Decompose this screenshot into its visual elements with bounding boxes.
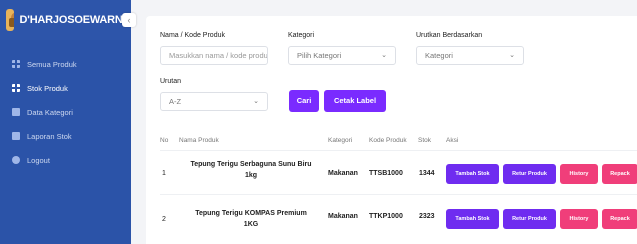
kategori-select-value: Pilih Kategori [297, 51, 342, 60]
retur-produk-button[interactable]: Retur Produk [503, 164, 556, 184]
cell-kode-produk: TTSB1000 [369, 170, 403, 177]
header-kategori: Kategori [328, 137, 353, 144]
header-stok: Stok [418, 137, 432, 144]
header-kode-produk: Kode Produk [369, 137, 407, 144]
tambah-stok-button[interactable]: Tambah Stok [446, 164, 499, 184]
urutan-select[interactable]: A-Z ⌄ [160, 92, 268, 111]
repack-button[interactable]: Repack [602, 209, 637, 229]
chart-icon [12, 132, 20, 140]
header-nama-produk: Nama Produk [179, 137, 219, 144]
cari-button[interactable]: Cari [289, 90, 319, 112]
produk-search-input[interactable] [169, 51, 267, 60]
urutan-select-value: A-Z [169, 97, 182, 106]
sidebar-item-logout[interactable]: Logout [0, 148, 131, 172]
cell-kode-produk: TTKP1000 [369, 213, 403, 220]
sidebar-item-label: Logout [27, 155, 50, 165]
header-no: No [160, 137, 169, 144]
cell-stok: 2323 [419, 213, 435, 220]
repack-button[interactable]: Repack [602, 164, 637, 184]
cell-no: 1 [162, 170, 166, 177]
sidebar-item-label: Stok Produk [27, 83, 68, 93]
retur-produk-button[interactable]: Retur Produk [503, 209, 556, 229]
sidebar-item-label: Laporan Stok [27, 131, 72, 141]
sidebar-item-laporan-stok[interactable]: Laporan Stok [0, 124, 131, 148]
cell-kategori: Makanan [328, 213, 358, 220]
cell-kategori: Makanan [328, 170, 358, 177]
history-button[interactable]: History [560, 209, 598, 229]
brand-name: D'HARJOSOEWARNO [19, 14, 132, 26]
cell-stok: 1344 [419, 170, 435, 177]
tambah-stok-button[interactable]: Tambah Stok [446, 209, 499, 229]
sidebar-item-label: Data Kategori [27, 107, 73, 117]
sidebar-nav: Semua Produk Stok Produk Data Kategori L… [0, 52, 131, 172]
cell-nama-produk: Tepung Terigu Serbaguna Sunu Biru 1kg [190, 161, 312, 179]
urutkan-select[interactable]: Kategori ⌄ [416, 46, 524, 65]
chevron-down-icon: ⌄ [253, 98, 259, 105]
cell-nama-produk: Tepung Terigu KOMPAS Premium 1KG [195, 210, 307, 228]
brand-logo [6, 9, 14, 31]
header-aksi: Aksi [446, 137, 459, 144]
sidebar-item-stok-produk[interactable]: Stok Produk [0, 76, 131, 100]
chevron-down-icon: ⌄ [381, 52, 387, 59]
chevron-down-icon: ⌄ [509, 52, 515, 59]
grid-icon [12, 84, 20, 92]
urutkan-select-value: Kategori [425, 51, 453, 60]
kategori-select[interactable]: Pilih Kategori ⌄ [288, 46, 396, 65]
grid-icon [12, 60, 20, 68]
stok-produk-card: Nama / Kode Produk Kategori Pilih Katego… [146, 16, 637, 244]
urutan-label: Urutan [160, 78, 182, 85]
sidebar-item-semua-produk[interactable]: Semua Produk [0, 52, 131, 76]
logout-icon [12, 156, 20, 164]
sidebar-item-label: Semua Produk [27, 59, 77, 69]
table-icon [12, 108, 20, 116]
cetak-label-button[interactable]: Cetak Label [324, 90, 386, 112]
kategori-label: Kategori [288, 32, 315, 39]
header-divider [160, 150, 637, 151]
sidebar-item-data-kategori[interactable]: Data Kategori [0, 100, 131, 124]
row-divider [160, 194, 637, 195]
produk-search-field[interactable] [160, 46, 268, 65]
brand: D'HARJOSOEWARNO ‹ [0, 0, 136, 40]
cell-no: 2 [162, 216, 166, 223]
sidebar: D'HARJOSOEWARNO ‹ Semua Produk Stok Prod… [0, 0, 136, 244]
collapse-sidebar-button[interactable]: ‹ [122, 13, 136, 27]
urutkan-label: Urutkan Berdasarkan [416, 32, 483, 39]
history-button[interactable]: History [560, 164, 598, 184]
produk-label: Nama / Kode Produk [160, 32, 225, 39]
